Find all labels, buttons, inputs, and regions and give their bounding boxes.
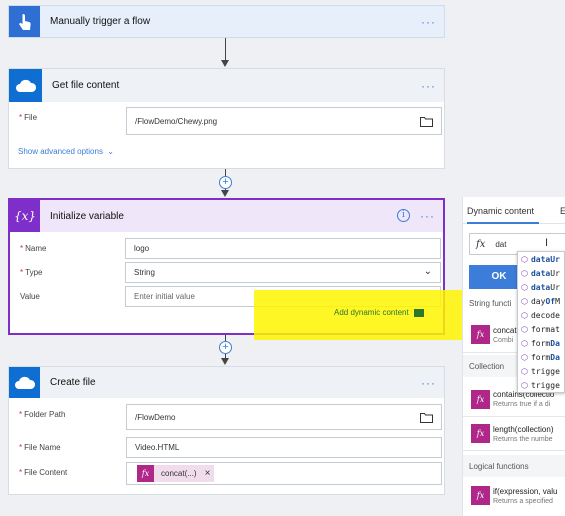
arrow-down-icon (221, 358, 229, 365)
token-remove-icon[interactable]: × (205, 468, 211, 479)
autocomplete-dropdown: ⬡ data Ur ⬡ data Ur ⬡ data Ur ⬡ day Of M ⬡ decode … (517, 251, 565, 393)
cloud-icon (9, 367, 40, 398)
expression-text: dat (495, 239, 507, 249)
autocomplete-item[interactable]: ⬡ form Da (518, 336, 564, 350)
function-cube-icon: ⬡ (521, 366, 528, 376)
function-cube-icon: ⬡ (521, 338, 528, 348)
card-title: Create file (50, 377, 96, 388)
connector-line (225, 38, 226, 60)
function-name: if(expression, valu (493, 487, 558, 496)
name-input[interactable]: logo (125, 238, 441, 259)
field-label-value: Value (20, 292, 40, 301)
name-value: logo (134, 244, 150, 253)
card-title: Manually trigger a flow (50, 16, 151, 27)
autocomplete-item[interactable]: ⬡ data Ur (518, 252, 564, 266)
section-header-logical: Logical functions (463, 455, 565, 477)
cloud-icon (9, 69, 42, 102)
trigger-card[interactable]: Manually trigger a flow ··· (8, 5, 445, 38)
function-cube-icon: ⬡ (521, 352, 528, 362)
function-cube-icon: ⬡ (521, 324, 528, 334)
function-description: Returns a specified (493, 498, 553, 505)
file-name-value: Video.HTML (135, 443, 180, 452)
more-options-icon[interactable]: ··· (420, 209, 435, 223)
arrow-down-icon (221, 60, 229, 67)
function-cube-icon: ⬡ (521, 380, 528, 390)
token-label: concat(...) (161, 469, 197, 478)
chevron-down-icon: ⌄ (423, 266, 432, 277)
function-description: Returns true if a di (493, 401, 551, 408)
fx-icon: fx (471, 390, 490, 409)
insert-step-icon[interactable]: + (219, 341, 232, 354)
add-dynamic-content-link[interactable]: Add dynamic content (334, 308, 424, 317)
fx-icon: fx (471, 325, 490, 344)
fx-icon: fx (471, 486, 490, 505)
function-description: Combi (493, 337, 514, 344)
function-item[interactable]: fx if(expression, valu Returns a specifi… (463, 481, 565, 513)
field-label-file-content: * File Content (19, 468, 68, 477)
more-options-icon[interactable]: ··· (421, 79, 436, 93)
autocomplete-item[interactable]: ⬡ trigge (518, 378, 564, 392)
variable-icon: {x} (10, 200, 40, 232)
autocomplete-item[interactable]: ⬡ day Of M (518, 294, 564, 308)
card-title: Initialize variable (50, 210, 124, 222)
create-file-card: Create file ··· * Folder Path /FlowDemo *… (8, 366, 445, 495)
get-file-content-card: Get file content ··· * File /FlowDemo/Che… (8, 68, 445, 169)
section-header-string: String functi (469, 299, 512, 308)
function-name: concat( (493, 326, 520, 335)
insert-step-icon[interactable]: + (219, 176, 232, 189)
hand-tap-icon (9, 6, 40, 37)
field-label-file-name: * File Name (19, 443, 61, 452)
function-cube-icon: ⬡ (521, 254, 528, 264)
more-options-icon[interactable]: ··· (421, 376, 436, 390)
chevron-down-icon: ⌄ (107, 147, 114, 156)
value-placeholder: Enter initial value (134, 292, 195, 301)
autocomplete-item[interactable]: ⬡ format (518, 322, 564, 336)
autocomplete-item[interactable]: ⬡ data Ur (518, 280, 564, 294)
folder-path-input[interactable]: /FlowDemo (126, 404, 442, 430)
field-label-name: * Name (20, 244, 47, 253)
type-select[interactable]: String ⌄ (125, 262, 441, 283)
fx-icon: fx (476, 238, 486, 250)
card-title: Get file content (52, 80, 120, 91)
function-cube-icon: ⬡ (521, 296, 528, 306)
type-value: String (134, 268, 155, 277)
active-tab-indicator (467, 222, 539, 224)
expression-token[interactable]: fx concat(...) × (137, 465, 215, 482)
function-description: Returns the numbe (493, 436, 553, 443)
field-label-type: * Type (20, 268, 43, 277)
autocomplete-item[interactable]: ⬡ form Da (518, 350, 564, 364)
folder-icon[interactable] (420, 412, 433, 425)
function-item[interactable]: fx length(collection) Returns the numbe (463, 419, 565, 451)
field-label-file: * File (19, 113, 38, 122)
file-input[interactable]: /FlowDemo/Chewy.png (126, 107, 442, 135)
fx-icon: fx (471, 424, 490, 443)
panel-tabs: Dynamic content E (463, 197, 565, 224)
dynamic-content-icon (413, 308, 424, 317)
text-cursor-icon: I (545, 237, 549, 249)
folder-path-value: /FlowDemo (135, 412, 176, 422)
info-icon[interactable]: i (397, 209, 410, 222)
autocomplete-item[interactable]: ⬡ data Ur (518, 266, 564, 280)
file-name-input[interactable]: Video.HTML (126, 437, 442, 458)
file-value: /FlowDemo/Chewy.png (135, 116, 218, 126)
tab-dynamic-content[interactable]: Dynamic content (467, 206, 534, 216)
arrow-down-icon (221, 190, 229, 197)
autocomplete-item[interactable]: ⬡ trigge (518, 364, 564, 378)
function-name: length(collection) (493, 425, 554, 434)
show-advanced-options-link[interactable]: Show advanced options ⌄ (18, 147, 114, 156)
autocomplete-item[interactable]: ⬡ decode (518, 308, 564, 322)
tab-expression[interactable]: E (560, 206, 565, 216)
field-label-folder-path: * Folder Path (19, 410, 66, 419)
function-cube-icon: ⬡ (521, 268, 528, 278)
more-options-icon[interactable]: ··· (421, 15, 436, 29)
function-cube-icon: ⬡ (521, 310, 528, 320)
folder-icon[interactable] (420, 116, 433, 129)
fx-icon: fx (137, 465, 154, 482)
file-content-input[interactable]: fx concat(...) × (126, 462, 442, 485)
function-cube-icon: ⬡ (521, 282, 528, 292)
